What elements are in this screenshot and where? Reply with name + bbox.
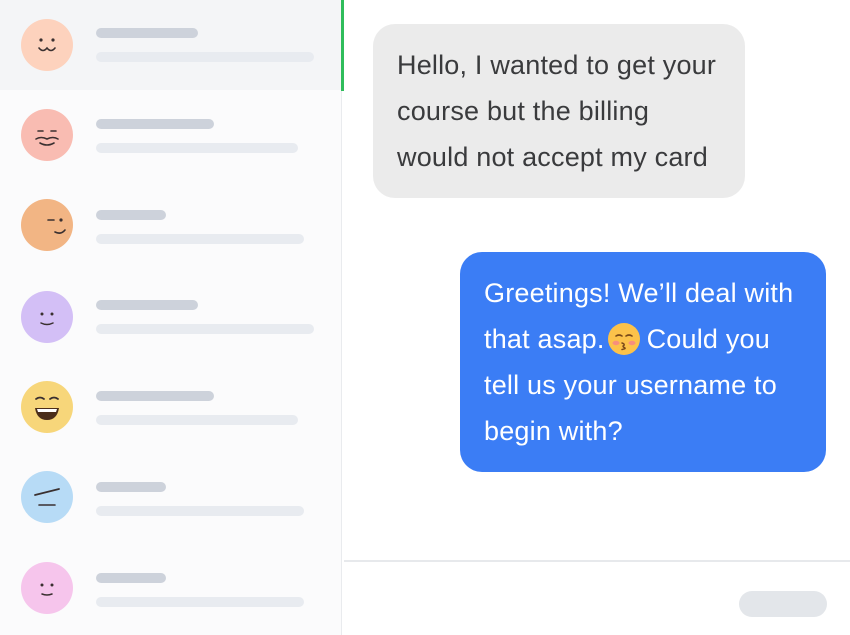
conversation-item[interactable] — [0, 360, 342, 450]
avatar — [21, 109, 73, 161]
meh-face-icon — [21, 471, 73, 523]
wink-face-icon — [21, 199, 73, 251]
conversation-item[interactable] — [0, 90, 342, 180]
avatar — [21, 291, 73, 343]
contact-name-placeholder — [96, 482, 166, 492]
conversation-item[interactable] — [0, 540, 342, 630]
avatar — [21, 471, 73, 523]
mustache-face-icon — [21, 109, 73, 161]
smile-face-icon — [21, 291, 73, 343]
message-preview-placeholder — [96, 597, 304, 607]
message-preview-placeholder — [96, 415, 298, 425]
incoming-message-text: Hello, I wanted to get your course but t… — [397, 50, 717, 172]
contact-name-placeholder — [96, 119, 214, 129]
contact-name-placeholder — [96, 391, 214, 401]
message-preview-placeholder — [96, 506, 304, 516]
chat-panel: Hello, I wanted to get your course but t… — [344, 0, 850, 635]
conversation-item[interactable] — [0, 0, 342, 90]
avatar — [21, 381, 73, 433]
kissing-face-icon — [607, 322, 641, 356]
message-preview-placeholder — [96, 324, 314, 334]
composer-divider — [344, 560, 850, 562]
contact-name-placeholder — [96, 573, 166, 583]
conversation-item[interactable] — [0, 180, 342, 270]
happy-face-icon — [21, 19, 73, 71]
avatar — [21, 199, 73, 251]
conversation-item[interactable] — [0, 270, 342, 360]
message-preview-placeholder — [96, 143, 298, 153]
avatar — [21, 562, 73, 614]
incoming-message: Hello, I wanted to get your course but t… — [373, 24, 745, 198]
send-button[interactable] — [739, 591, 827, 617]
contact-name-placeholder — [96, 210, 166, 220]
message-preview-placeholder — [96, 52, 314, 62]
calm-face-icon — [21, 562, 73, 614]
conversation-list — [0, 0, 342, 635]
contact-name-placeholder — [96, 28, 198, 38]
contact-name-placeholder — [96, 300, 198, 310]
laugh-face-icon — [21, 381, 73, 433]
outgoing-message: Greetings! We’ll deal with that asap. Co… — [460, 252, 826, 472]
message-preview-placeholder — [96, 234, 304, 244]
conversation-item[interactable] — [0, 450, 342, 540]
avatar — [21, 19, 73, 71]
